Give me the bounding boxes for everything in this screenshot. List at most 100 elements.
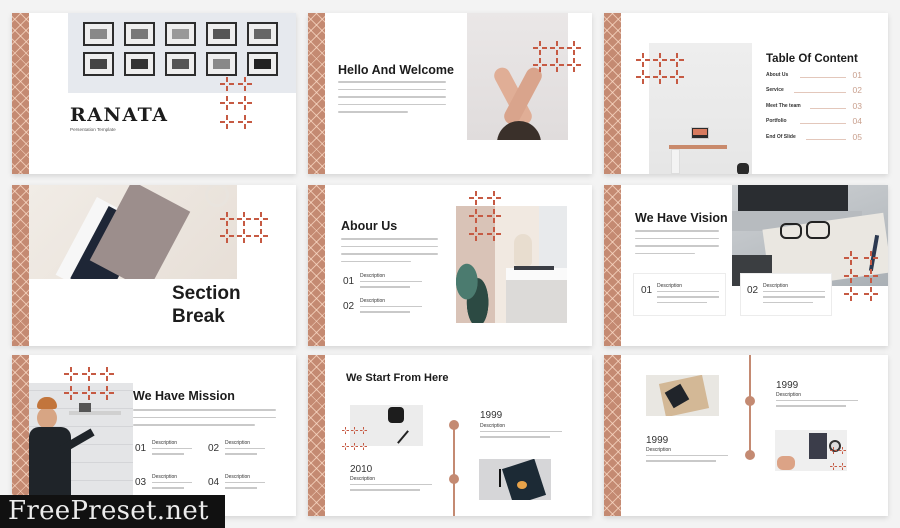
placeholder-text-line (480, 431, 562, 433)
placeholder-text-line (776, 405, 846, 407)
cross-mark-icon (469, 209, 483, 223)
toc-item-number: 04 (852, 116, 862, 126)
cross-mark-icon (844, 269, 858, 283)
placeholder-text-line (360, 311, 410, 313)
placeholder-text-line (657, 291, 719, 293)
timeline-dot[interactable] (449, 474, 459, 484)
notebooks-flatlay-image (29, 185, 237, 279)
cross-mark-icon (830, 463, 837, 470)
item-number: 01 (343, 276, 355, 287)
event-text (776, 400, 858, 411)
slide-title: We Start From Here (346, 372, 449, 384)
cross-mark-icon (82, 386, 96, 400)
slide-timeline-continue[interactable]: 1999 Description 1999 Description (604, 355, 888, 516)
placeholder-text-line (152, 453, 184, 455)
body-text (133, 409, 276, 432)
lattice-stripe (604, 355, 621, 516)
event-label: Description (646, 447, 672, 453)
placeholder-text-line (360, 286, 410, 288)
slide-cover[interactable]: RANATA Persentation Template (12, 13, 296, 174)
toc-item[interactable]: Meet The team 03 (766, 101, 862, 112)
slide-table-of-content[interactable]: Table Of Content About Us 01 Service 02 Me… (604, 13, 888, 174)
cross-mark-icon (864, 287, 878, 301)
item-text (657, 291, 719, 307)
placeholder-text-line (646, 460, 716, 462)
toc-item-label: Portfolio (766, 118, 787, 124)
placeholder-text-line (350, 484, 432, 486)
item-text (763, 291, 825, 307)
description-card: 01 Description (633, 273, 726, 316)
brand-subtitle: Persentation Template (70, 127, 116, 132)
cross-mark-icon (864, 269, 878, 283)
placeholder-text-line (152, 487, 184, 489)
cross-mark-icon (342, 427, 349, 434)
lattice-stripe (12, 13, 29, 174)
event-year: 1999 (646, 435, 669, 446)
slide-mission[interactable]: We Have Mission 01 Description 02 Descri… (12, 355, 296, 516)
cross-pattern-decoration (830, 447, 846, 477)
cross-mark-icon (567, 41, 581, 55)
timeline-dot[interactable] (449, 420, 459, 430)
toc-item-label: End Of Slide (766, 134, 796, 140)
framed-photos-wall-image (68, 13, 296, 93)
cross-mark-icon (864, 251, 878, 265)
event-label: Description (480, 423, 506, 429)
cross-mark-icon (469, 191, 483, 205)
placeholder-text-line (338, 81, 446, 83)
item-label: Description (360, 298, 386, 304)
cross-mark-icon (550, 58, 564, 72)
placeholder-text-line (133, 409, 276, 411)
placeholder-text-line (225, 482, 265, 484)
item-text (152, 448, 192, 459)
cross-mark-icon (670, 53, 684, 67)
event-text (350, 484, 432, 495)
event-year: 1999 (776, 380, 799, 391)
cross-pattern-decoration (64, 367, 114, 400)
toc-item[interactable]: End Of Slide 05 (766, 132, 862, 143)
cross-mark-icon (653, 53, 667, 67)
cross-pattern-decoration (533, 41, 581, 72)
toc-item-number: 05 (852, 132, 862, 142)
event-year: 1999 (480, 410, 503, 421)
item-label: Description (152, 474, 178, 480)
timeline-dot[interactable] (745, 396, 755, 406)
cross-mark-icon (237, 229, 251, 243)
event-label: Description (350, 476, 376, 482)
cross-mark-icon (636, 70, 650, 84)
placeholder-text-line (133, 416, 276, 419)
slide-timeline-start[interactable]: We Start From Here 1999 Description 2010… (308, 355, 592, 516)
cross-mark-icon (487, 227, 501, 241)
timeline-dot[interactable] (745, 450, 755, 460)
placeholder-text-line (133, 424, 255, 426)
slide-vision[interactable]: We Have Vision 01 Description 02 Descrip… (604, 185, 888, 346)
placeholder-text-line (776, 400, 858, 402)
cross-pattern-decoration (220, 77, 252, 129)
timeline-line (453, 425, 455, 516)
slide-section-break[interactable]: Section Break (12, 185, 296, 346)
slide-about-us[interactable]: Abour Us 01 Description 02 Description (308, 185, 592, 346)
cross-mark-icon (567, 58, 581, 72)
placeholder-text-line (225, 453, 257, 455)
toc-item[interactable]: Portfolio 04 (766, 116, 862, 127)
slide-welcome[interactable]: Hello And Welcome (308, 13, 592, 174)
slide-title: Hello And Welcome (338, 63, 454, 77)
lattice-stripe (12, 355, 29, 516)
placeholder-text-line (341, 253, 438, 255)
cross-mark-icon (533, 58, 547, 72)
cross-mark-icon (342, 443, 349, 450)
toc-item[interactable]: About Us 01 (766, 70, 862, 81)
lattice-stripe (308, 355, 325, 516)
lattice-stripe (604, 13, 621, 174)
cross-mark-icon (636, 53, 650, 67)
cross-pattern-decoration (636, 53, 684, 84)
item-text (360, 281, 422, 292)
placeholder-text-line (646, 455, 728, 457)
cross-mark-icon (82, 367, 96, 381)
slide-title: Table Of Content (766, 53, 858, 65)
item-number: 02 (208, 443, 220, 454)
cross-mark-icon (254, 229, 268, 243)
body-text (338, 81, 446, 119)
placeholder-text-line (635, 252, 696, 255)
toc-item[interactable]: Service 02 (766, 85, 862, 96)
slide-thumbnail-grid: RANATA Persentation Template Hello And W… (0, 0, 900, 528)
